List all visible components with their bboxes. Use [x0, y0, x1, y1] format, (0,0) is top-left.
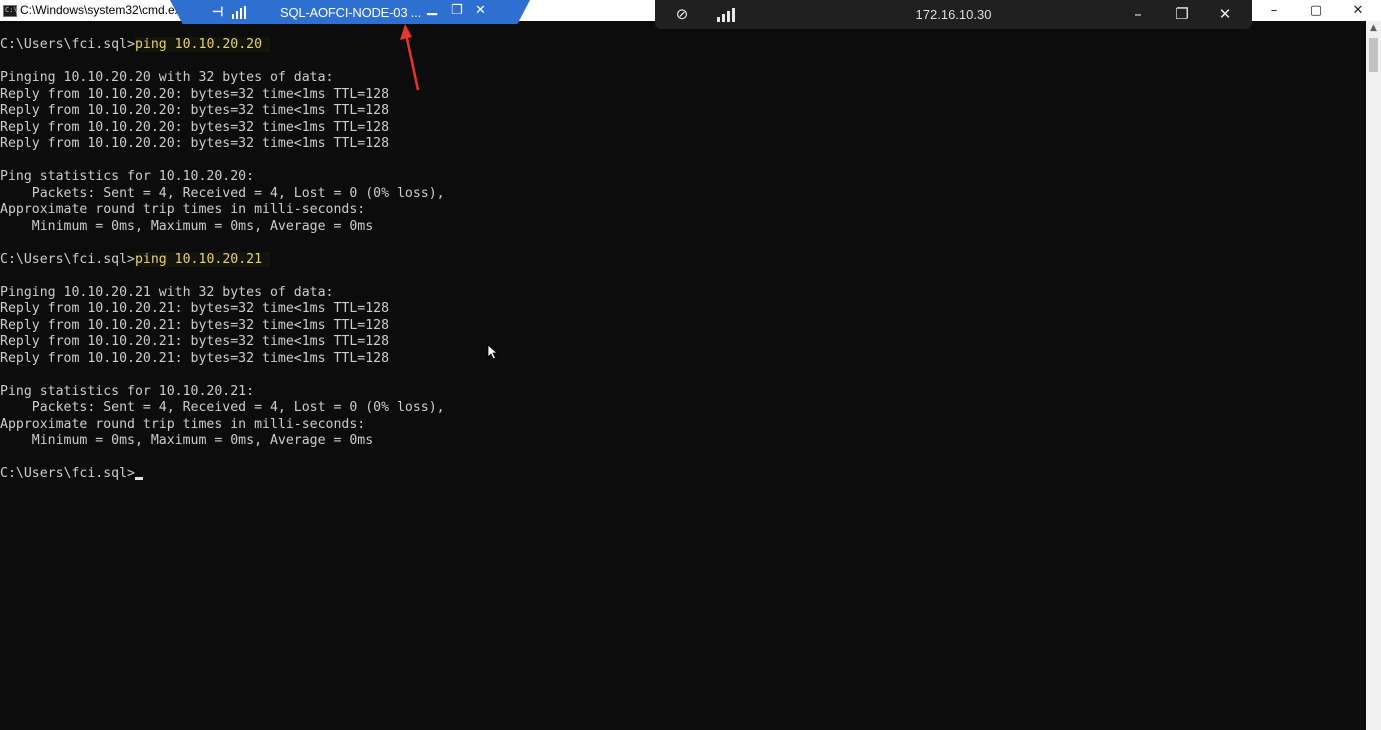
console-output-line: Minimum = 0ms, Maximum = 0ms, Average = …: [0, 433, 374, 448]
scroll-thumb[interactable]: [1369, 38, 1378, 72]
console-output-line: Reply from 10.10.20.20: bytes=32 time<1m…: [0, 119, 390, 135]
console-output-line: Reply from 10.10.20.21: bytes=32 time<1m…: [0, 334, 390, 349]
annotation-arrow-icon: [400, 24, 420, 91]
pin-icon[interactable]: ⊣: [212, 4, 223, 20]
console-output-line: Reply from 10.10.20.20: bytes=32 time<1m…: [0, 86, 390, 102]
console-output-line: Reply from 10.10.20.20: bytes=32 time<1m…: [0, 103, 390, 118]
console-output[interactable]: C:\Users\fci.sql>ping 10.10.20.20 Pingin…: [0, 37, 1366, 730]
console-output-line: Pinging 10.10.20.21 with 32 bytes of dat…: [0, 284, 334, 300]
console-output-line: Pinging 10.10.20.20 with 32 bytes of dat…: [0, 70, 334, 85]
rdp-connection-bar[interactable]: ⊣ SQL-AOFCI-NODE-03 ... ▁ ❐ ✕: [170, 0, 530, 24]
restore-button[interactable]: ❐: [1167, 3, 1197, 25]
rdp-minimize-button[interactable]: ▁: [427, 1, 437, 16]
remote-connection-bar[interactable]: ⊘ 172.16.10.30 – ❐ ✕: [655, 0, 1252, 29]
console-output-line: Minimum = 0ms, Maximum = 0ms, Average = …: [0, 218, 374, 234]
console-prompt-line: C:\Users\fci.sql>ping 10.10.20.20: [0, 37, 1366, 54]
rdp-title: SQL-AOFCI-NODE-03 ...: [280, 5, 421, 20]
console-output-line: Reply from 10.10.20.21: bytes=32 time<1m…: [0, 301, 390, 316]
console-output-line: Ping statistics for 10.10.20.20:: [0, 169, 255, 184]
prompt: C:\Users\fci.sql>: [0, 37, 135, 52]
prompt: C:\Users\fci.sql>: [0, 251, 135, 267]
prompt: C:\Users\fci.sql>: [0, 466, 135, 481]
close-button[interactable]: ✕: [1337, 0, 1379, 21]
rdp-restore-button[interactable]: ❐: [451, 3, 463, 18]
console-output-line: Approximate round trip times in milli-se…: [0, 202, 366, 217]
console-prompt-line: C:\Users\fci.sql>ping 10.10.20.21: [0, 251, 1366, 269]
console-output-line: Reply from 10.10.20.21: bytes=32 time<1m…: [0, 317, 390, 333]
console-prompt-line: C:\Users\fci.sql>: [0, 466, 1366, 483]
mouse-pointer-icon: [487, 344, 499, 360]
cmd-icon: C:\: [3, 5, 18, 17]
console-output-line: Reply from 10.10.20.20: bytes=32 time<1m…: [0, 136, 390, 151]
console-output-line: Approximate round trip times in milli-se…: [0, 416, 366, 432]
vertical-scrollbar[interactable]: ▲: [1366, 21, 1381, 730]
minimize-button[interactable]: –: [1253, 0, 1295, 21]
console-output-line: Ping statistics for 10.10.20.21:: [0, 383, 255, 399]
console-output-line: Packets: Sent = 4, Received = 4, Lost = …: [0, 400, 445, 415]
console-output-line: Reply from 10.10.20.21: bytes=32 time<1m…: [0, 350, 390, 366]
rdp-close-button[interactable]: ✕: [475, 3, 486, 18]
scroll-up-arrow-icon[interactable]: ▲: [1366, 23, 1381, 33]
command-text: ping 10.10.20.20: [134, 37, 270, 52]
maximize-button[interactable]: ▢: [1295, 0, 1337, 21]
minimize-button[interactable]: –: [1123, 3, 1153, 25]
connection-title: 172.16.10.30: [915, 7, 992, 22]
close-button[interactable]: ✕: [1210, 3, 1240, 25]
window-title: C:\Windows\system32\cmd.exe: [20, 3, 188, 17]
command-text: ping 10.10.20.21: [134, 251, 270, 267]
console-output-line: Packets: Sent = 4, Received = 4, Lost = …: [0, 185, 445, 201]
text-cursor: [134, 477, 143, 480]
